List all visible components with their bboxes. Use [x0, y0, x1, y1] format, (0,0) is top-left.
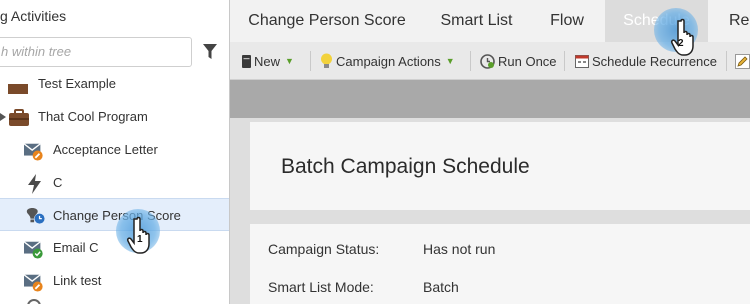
- tree-item-change-person-score[interactable]: Change Person Score: [0, 198, 229, 231]
- smart-list-mode-label: Smart List Mode:: [268, 279, 374, 295]
- tree-item-acceptance-letter[interactable]: Acceptance Letter: [0, 134, 229, 166]
- tab-change-person-score[interactable]: Change Person Score: [230, 0, 424, 42]
- toolbar-divider: [564, 51, 565, 71]
- sidebar: g Activities h within tree Test Example …: [0, 0, 230, 304]
- edit-pencil-icon[interactable]: [735, 54, 750, 69]
- title-panel: Batch Campaign Schedule: [250, 122, 750, 210]
- dropdown-caret-icon: ▼: [285, 56, 294, 66]
- campaign-actions-button[interactable]: Campaign Actions ▼: [320, 52, 455, 70]
- tree-item-label: Change Person Score: [53, 208, 181, 223]
- toolbar-divider: [726, 51, 727, 71]
- sidebar-title: g Activities: [0, 8, 67, 24]
- run-once-clock-icon: [480, 53, 495, 69]
- tree-item-label: Acceptance Letter: [53, 142, 158, 157]
- tree-item-label: Link test: [53, 273, 102, 288]
- calendar-recurrence-icon: [575, 55, 589, 68]
- lightbulb-icon: [321, 53, 332, 68]
- step-2-number: 2: [678, 38, 684, 49]
- tree-item-label: Test Example: [38, 76, 117, 91]
- schedule-content: Batch Campaign Schedule Campaign Status:…: [230, 118, 750, 304]
- header-band: [230, 80, 750, 118]
- new-button[interactable]: New ▼: [242, 52, 294, 70]
- folder-icon: [8, 84, 28, 94]
- program-briefcase-icon: [9, 109, 29, 126]
- email-edit-icon: [24, 143, 43, 161]
- campaign-actions-label: Campaign Actions: [336, 53, 441, 69]
- toolbar-divider: [310, 51, 311, 71]
- run-once-button[interactable]: Run Once: [480, 52, 557, 70]
- email-approved-icon: [24, 241, 43, 259]
- batch-campaign-icon: [26, 207, 45, 224]
- tree-item-that-cool-program[interactable]: That Cool Program: [0, 101, 229, 133]
- tree-search-input[interactable]: h within tree: [0, 37, 192, 67]
- email-edit-icon: [24, 274, 43, 292]
- new-label: New: [254, 53, 281, 69]
- tree-item-label: Email C: [53, 240, 99, 255]
- tab-flow[interactable]: Flow: [529, 0, 605, 42]
- campaign-status-label: Campaign Status:: [268, 241, 380, 257]
- tab-results[interactable]: Res: [708, 0, 750, 42]
- step-1-number: 1: [137, 234, 143, 245]
- dropdown-caret-icon: ▼: [445, 56, 455, 66]
- tree-item-email-c[interactable]: Email C: [0, 232, 229, 264]
- run-once-label: Run Once: [498, 53, 557, 69]
- tree-item-c[interactable]: C: [0, 167, 229, 199]
- tree-item-test-example[interactable]: Test Example: [0, 68, 229, 100]
- tree-item-partial-icon: [27, 299, 41, 304]
- filter-icon[interactable]: [203, 44, 217, 60]
- tree-item-link-test[interactable]: Link test: [0, 265, 229, 297]
- page-title: Batch Campaign Schedule: [281, 155, 530, 178]
- campaign-details-panel: Campaign Status: Has not run Smart List …: [250, 224, 750, 304]
- trigger-bolt-icon: [28, 174, 41, 194]
- new-document-icon: [242, 54, 251, 68]
- expand-arrow-icon[interactable]: [0, 113, 6, 121]
- toolbar-divider: [470, 51, 471, 71]
- tree-item-label: C: [53, 175, 63, 190]
- tab-smart-list[interactable]: Smart List: [424, 0, 529, 42]
- tree-item-label: That Cool Program: [38, 109, 148, 124]
- smart-list-mode-value: Batch: [423, 279, 459, 295]
- campaign-status-value: Has not run: [423, 241, 496, 257]
- hand-cursor-icon: [671, 18, 694, 56]
